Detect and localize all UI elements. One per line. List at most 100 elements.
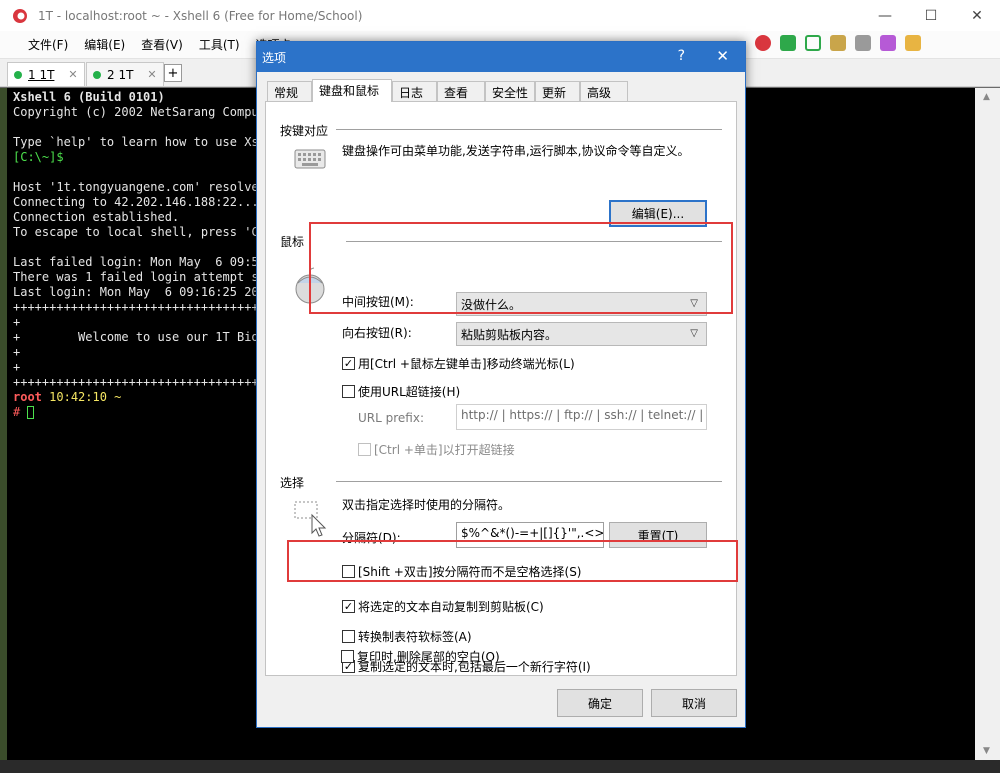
minimize-button[interactable]: — xyxy=(862,0,908,31)
scroll-up-icon[interactable]: ▲ xyxy=(983,92,990,102)
right-button-value: 粘贴剪贴板内容。 xyxy=(461,327,558,342)
connected-status-icon xyxy=(14,70,22,79)
menu-file[interactable]: 文件(F) xyxy=(20,36,76,53)
checkbox-label: [Ctrl +单击]以打开超链接 xyxy=(374,443,515,457)
cursor xyxy=(27,406,35,419)
terminal-line: [C:\~]$ xyxy=(13,150,64,164)
new-folder-icon[interactable] xyxy=(905,35,921,51)
main-title-bar: 1T - localhost:root ~ - Xshell 6 (Free f… xyxy=(0,0,1000,31)
terminal-line: Connection established. xyxy=(13,210,180,224)
chevron-down-icon: ▽ xyxy=(690,328,698,339)
tab-view[interactable]: 查看 xyxy=(437,81,485,101)
terminal-line: ++++++++++++++++++++++++++++++++++ xyxy=(13,375,259,389)
checkbox-label: 转换制表符软标签(A) xyxy=(358,630,472,644)
selection-section-label: 选择 xyxy=(280,476,305,490)
desktop-edge xyxy=(0,88,7,773)
url-prefix-input[interactable]: http:// | https:// | ftp:// | ssh:// | t… xyxy=(456,404,707,430)
selection-cursor-icon xyxy=(294,501,327,537)
terminal-line: Xshell 6 (Build 0101) xyxy=(13,90,165,104)
tab-keyboard-mouse[interactable]: 键盘和鼠标 xyxy=(312,79,392,102)
keyboard-mouse-panel: 按键对应 键盘操作可由菜单功能,发送字符串,运行脚本,协议命令等自定义。 编辑(… xyxy=(265,101,737,676)
add-tab-button[interactable]: + xyxy=(164,64,182,82)
dialog-title-bar: 选项 ? ✕ xyxy=(257,42,745,72)
lock-icon[interactable] xyxy=(830,35,846,51)
xftp-icon[interactable] xyxy=(780,35,796,51)
menu-view[interactable]: 查看(V) xyxy=(133,36,191,53)
prompt-symbol: # xyxy=(13,405,21,419)
terminal-line: + Welcome to use our 1T Bioi xyxy=(13,330,266,344)
session-tab-label: 1 1T xyxy=(28,67,55,82)
terminal-line: + xyxy=(13,315,21,329)
dialog-close-button[interactable]: ✕ xyxy=(716,47,729,65)
highlight-box-mouse-buttons xyxy=(309,222,733,314)
checkbox-label: 复印时,删除尾部的空白(O) xyxy=(357,650,500,664)
toolbar xyxy=(755,35,921,51)
connected-status-icon xyxy=(93,70,101,79)
terminal-line: + xyxy=(13,360,21,374)
session-tab-1[interactable]: 1 1T ✕ xyxy=(7,62,85,86)
maximize-button[interactable]: ☐ xyxy=(908,0,954,31)
dialog-title: 选项 xyxy=(262,50,287,65)
terminal-line: + xyxy=(13,345,21,359)
tab-update[interactable]: 更新 xyxy=(535,81,580,101)
checkbox-label: 用[Ctrl +鼠标左键单击]移动终端光标(L) xyxy=(358,357,575,371)
keyboard-icon[interactable] xyxy=(855,35,871,51)
terminal-line: Connecting to 42.202.146.188:22... xyxy=(13,195,259,209)
prompt-time: 10:42:10 ~ xyxy=(49,390,122,404)
ok-button[interactable]: 确定 xyxy=(557,689,643,717)
terminal-line: There was 1 failed login attempt si xyxy=(13,270,266,284)
terminal-scrollbar[interactable]: ▲ ▼ xyxy=(975,88,1000,760)
close-tab-icon[interactable]: ✕ xyxy=(68,68,77,81)
divider xyxy=(336,481,722,482)
xshell-icon[interactable] xyxy=(755,35,771,51)
terminal-line: Copyright (c) 2002 NetSarang Comput xyxy=(13,105,266,119)
menu-tools[interactable]: 工具(T) xyxy=(191,36,248,53)
checkbox-label: 使用URL超链接(H) xyxy=(358,385,461,399)
window-title: 1T - localhost:root ~ - Xshell 6 (Free f… xyxy=(38,8,363,23)
selection-description: 双击指定选择时使用的分隔符。 xyxy=(342,498,511,512)
url-hyperlink-checkbox[interactable]: 使用URL超链接(H) xyxy=(342,383,460,400)
pen-icon[interactable] xyxy=(880,35,896,51)
menu-edit[interactable]: 编辑(E) xyxy=(76,36,133,53)
close-tab-icon[interactable]: ✕ xyxy=(147,68,156,81)
mouse-section-label: 鼠标 xyxy=(280,235,305,249)
taskbar-strip xyxy=(0,760,1000,773)
tab-advanced[interactable]: 高级 xyxy=(580,81,628,101)
tab-general[interactable]: 常规 xyxy=(267,81,312,101)
prompt-user: root xyxy=(13,390,42,404)
auto-copy-selection-checkbox[interactable]: ✓ 将选定的文本自动复制到剪贴板(C) xyxy=(342,598,544,615)
session-tab-label: 2 1T xyxy=(107,67,134,82)
tab-log[interactable]: 日志 xyxy=(392,81,437,101)
terminal-line: Last failed login: Mon May 6 09:5 xyxy=(13,255,259,269)
checkbox-unchecked-icon xyxy=(342,630,355,643)
expand-icon[interactable] xyxy=(805,35,821,51)
ctrl-click-cursor-checkbox[interactable]: ✓ 用[Ctrl +鼠标左键单击]移动终端光标(L) xyxy=(342,355,575,372)
session-tab-2[interactable]: 2 1T ✕ xyxy=(86,62,164,86)
keymap-description: 键盘操作可由菜单功能,发送字符串,运行脚本,协议命令等自定义。 xyxy=(342,144,690,158)
checkbox-unchecked-icon xyxy=(342,385,355,398)
right-button-select[interactable]: 粘贴剪贴板内容。 ▽ xyxy=(456,322,707,346)
keymap-section-label: 按键对应 xyxy=(280,124,329,138)
checkbox-unchecked-icon xyxy=(341,650,354,663)
url-prefix-label: URL prefix: xyxy=(358,411,424,425)
checkbox-label: 将选定的文本自动复制到剪贴板(C) xyxy=(358,600,544,614)
xshell-logo-icon xyxy=(13,8,27,23)
divider xyxy=(336,129,722,130)
terminal-line: ++++++++++++++++++++++++++++++++++ xyxy=(13,300,259,314)
close-button[interactable]: ✕ xyxy=(954,0,1000,31)
scroll-down-icon[interactable]: ▼ xyxy=(983,746,990,756)
ctrl-click-open-link-checkbox[interactable]: [Ctrl +单击]以打开超链接 xyxy=(358,441,515,458)
trim-trailing-space-checkbox[interactable]: 复印时,删除尾部的空白(O) xyxy=(341,648,500,665)
options-dialog: 选项 ? ✕ 常规 键盘和鼠标 日志 查看 安全性 更新 高级 按键对应 键盘操… xyxy=(256,41,746,728)
convert-tabs-checkbox[interactable]: 转换制表符软标签(A) xyxy=(342,628,472,645)
right-button-label: 向右按钮(R): xyxy=(342,326,412,340)
terminal-line: Type `help' to learn how to use Xsh xyxy=(13,135,266,149)
keyboard-icon xyxy=(294,149,326,169)
checkbox-checked-icon: ✓ xyxy=(342,357,355,370)
help-button[interactable]: ? xyxy=(678,48,685,64)
terminal-line: Last login: Mon May 6 09:16:25 201 xyxy=(13,285,266,299)
checkbox-checked-icon: ✓ xyxy=(342,600,355,613)
terminal-line: Host '1t.tongyuangene.com' resolved xyxy=(13,180,266,194)
cancel-button[interactable]: 取消 xyxy=(651,689,737,717)
tab-security[interactable]: 安全性 xyxy=(485,81,535,101)
